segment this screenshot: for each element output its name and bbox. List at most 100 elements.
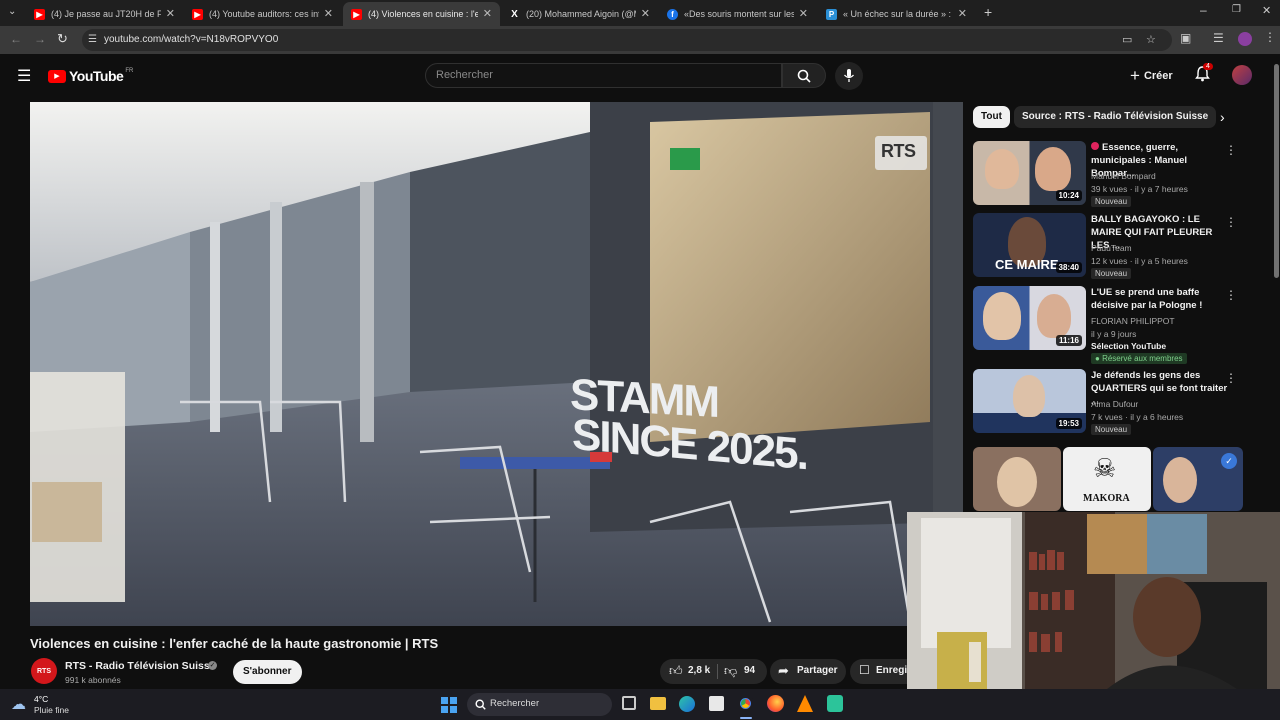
close-tab-icon[interactable]: ✕ bbox=[958, 7, 967, 20]
recommendation-item[interactable]: 10:24 Essence, guerre, municipales : Man… bbox=[973, 141, 1243, 207]
short-thumbnail[interactable]: ✓ bbox=[1153, 447, 1243, 511]
close-tab-icon[interactable]: ✕ bbox=[799, 7, 808, 20]
dislike-count: 94 bbox=[744, 665, 756, 676]
chip-source-rts[interactable]: Source : RTS - Radio Télévision Suisse bbox=[1014, 106, 1217, 128]
region-code: FR bbox=[125, 68, 134, 74]
notifications-button[interactable]: 4 bbox=[1195, 63, 1213, 87]
tab-1[interactable]: ▶ (4) Je passe au JT20H de France ✕ bbox=[26, 2, 183, 26]
save-button[interactable]: ☐ Enregis bbox=[850, 659, 910, 684]
forward-icon[interactable]: → bbox=[34, 32, 46, 46]
video-thumbnail[interactable]: 10:24 bbox=[973, 141, 1086, 205]
like-count[interactable]: 2,8 k bbox=[688, 665, 710, 676]
profile-avatar[interactable] bbox=[1238, 32, 1252, 46]
save-label: Enregis bbox=[876, 665, 910, 676]
video-player[interactable]: RTS STAMM SINCE 2025. bbox=[30, 102, 963, 626]
chrome-icon[interactable] bbox=[737, 695, 754, 712]
short-thumbnail[interactable] bbox=[973, 447, 1061, 511]
cast-icon[interactable]: ▭ bbox=[1122, 29, 1132, 51]
search-icon bbox=[475, 699, 486, 710]
chips-next-chevron-icon[interactable]: › bbox=[1220, 109, 1225, 125]
edge-icon[interactable] bbox=[679, 696, 695, 712]
short-label: MAKORA bbox=[1083, 493, 1130, 504]
close-tab-icon[interactable]: ✕ bbox=[641, 7, 650, 20]
notification-count-badge: 4 bbox=[1203, 63, 1213, 70]
microphone-icon bbox=[844, 69, 854, 82]
weather-description: Pluie fine bbox=[34, 705, 69, 715]
profile-switcher-icon[interactable]: ☰ bbox=[1213, 31, 1224, 45]
recommendation-item[interactable]: 11:16 L'UE se prend une baffe décisive p… bbox=[973, 286, 1243, 366]
close-window-icon[interactable]: ✕ bbox=[1262, 4, 1271, 17]
firefox-icon[interactable] bbox=[767, 695, 784, 712]
more-options-icon[interactable]: ⋮ bbox=[1225, 143, 1237, 157]
hamburger-menu-icon[interactable]: ☰ bbox=[17, 66, 31, 86]
bookmark-star-icon[interactable]: ☆ bbox=[1146, 29, 1156, 51]
vlc-icon[interactable] bbox=[797, 695, 813, 712]
short-thumbnail[interactable]: ☠ MAKORA bbox=[1063, 447, 1151, 511]
store-icon[interactable] bbox=[709, 696, 724, 711]
share-button[interactable]: ➦ Partager bbox=[770, 659, 846, 684]
task-view-icon[interactable] bbox=[622, 696, 636, 710]
more-options-icon[interactable]: ⋮ bbox=[1225, 288, 1237, 302]
app-icon[interactable] bbox=[827, 695, 843, 712]
search-icon bbox=[797, 69, 811, 83]
weather-temperature[interactable]: 4°C bbox=[34, 694, 48, 704]
plus-icon: + bbox=[1130, 66, 1140, 85]
tab-4[interactable]: X (20) Mohammed Aigoin (@Mo ✕ bbox=[501, 2, 658, 26]
channel-avatar[interactable]: RTS bbox=[31, 658, 57, 684]
video-thumbnail[interactable]: CE MAIRE 38:40 bbox=[973, 213, 1086, 277]
person-face bbox=[1013, 375, 1045, 417]
back-icon[interactable]: ← bbox=[10, 32, 22, 46]
page-scrollbar[interactable] bbox=[1274, 64, 1279, 278]
live-dot-icon bbox=[1091, 142, 1099, 150]
recommendation-item[interactable]: 19:53 Je défends les gens des QUARTIERS … bbox=[973, 369, 1243, 435]
search-button[interactable] bbox=[782, 63, 826, 88]
minimize-icon[interactable]: – bbox=[1200, 3, 1207, 17]
video-thumbnail[interactable]: 19:53 bbox=[973, 369, 1086, 433]
subscribe-button[interactable]: S'abonner bbox=[233, 660, 302, 684]
youtube-icon: ▶ bbox=[192, 8, 203, 20]
channel-name[interactable]: RTS - Radio Télévision Suisse bbox=[65, 660, 216, 672]
video-title: Violences en cuisine : l'enfer caché de … bbox=[30, 636, 439, 651]
tab-3-active[interactable]: ▶ (4) Violences en cuisine : l'enfe ✕ bbox=[343, 2, 500, 26]
more-options-icon[interactable]: ⋮ bbox=[1225, 371, 1237, 385]
thumbs-down-icon[interactable]: 👎︎ bbox=[724, 663, 737, 679]
search-input[interactable]: Rechercher bbox=[425, 63, 782, 88]
account-avatar[interactable] bbox=[1232, 65, 1252, 85]
chip-all[interactable]: Tout bbox=[973, 106, 1010, 128]
youtube-icon: ▶ bbox=[351, 8, 362, 20]
tab-2[interactable]: ▶ (4) Youtube auditors: ces influe ✕ bbox=[184, 2, 341, 26]
recommendation-item[interactable]: CE MAIRE 38:40 BALLY BAGAYOKO : LE MAIRE… bbox=[973, 213, 1243, 279]
person-face bbox=[997, 457, 1037, 507]
channel-name[interactable]: Alma Dufour bbox=[1091, 399, 1138, 409]
windows-start-icon[interactable] bbox=[441, 697, 457, 713]
youtube-logo[interactable]: ▶ YouTube FR bbox=[48, 68, 133, 84]
site-info-icon[interactable]: ☰ bbox=[88, 29, 97, 51]
channel-name[interactable]: PaduTeam bbox=[1091, 243, 1132, 253]
video-thumbnail[interactable]: 11:16 bbox=[973, 286, 1086, 350]
youtube-selection-label: Sélection YouTube bbox=[1091, 341, 1167, 351]
browser-menu-icon[interactable]: ⋮ bbox=[1264, 30, 1276, 44]
channel-name[interactable]: FLORIAN PHILIPPOT bbox=[1091, 316, 1175, 326]
thumbs-up-icon[interactable]: 👍︎ bbox=[669, 663, 683, 679]
windows-taskbar: ☁ 4°C Pluie fine Rechercher bbox=[0, 689, 1280, 720]
tab-list-chevron-icon[interactable]: ⌄ bbox=[8, 6, 16, 17]
close-tab-icon[interactable]: ✕ bbox=[324, 7, 333, 20]
close-tab-icon[interactable]: ✕ bbox=[166, 7, 175, 20]
channel-name[interactable]: Manuel Bompard bbox=[1091, 171, 1156, 181]
extensions-icon[interactable]: ▣ bbox=[1180, 31, 1191, 45]
close-tab-icon[interactable]: ✕ bbox=[483, 7, 492, 20]
url-field[interactable]: ☰ youtube.com/watch?v=N18vROPVYO0 ▭ ☆ bbox=[82, 29, 1172, 51]
reload-icon[interactable]: ↻ bbox=[57, 31, 68, 47]
file-explorer-icon[interactable] bbox=[650, 697, 666, 710]
tab-5[interactable]: f «Des souris montent sur les sal ✕ bbox=[659, 2, 816, 26]
create-label: Créer bbox=[1143, 70, 1173, 82]
tab-6[interactable]: P « Un échec sur la durée » : Aldi ✕ bbox=[818, 2, 975, 26]
taskbar-search[interactable]: Rechercher bbox=[467, 693, 612, 716]
voice-search-button[interactable] bbox=[835, 62, 863, 90]
more-options-icon[interactable]: ⋮ bbox=[1225, 215, 1237, 229]
maximize-icon[interactable]: ❐ bbox=[1232, 4, 1241, 15]
new-tab-icon[interactable]: + bbox=[984, 4, 992, 20]
weather-cloud-icon[interactable]: ☁ bbox=[11, 695, 26, 713]
person-face bbox=[1035, 147, 1071, 191]
create-button[interactable]: + Créer bbox=[1130, 66, 1173, 86]
